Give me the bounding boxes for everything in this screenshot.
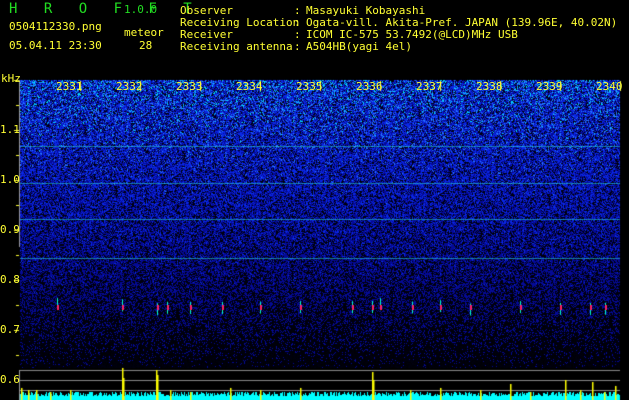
x-tick-label: 2335 [296, 80, 323, 93]
y-tick-label: 1.0 [0, 173, 20, 186]
y-tick-label: 0.7 [0, 323, 20, 336]
x-tick-label: 2334 [236, 80, 263, 93]
station-value: A504HB(yagi 4el) [306, 40, 412, 53]
y-tick-label: 0.6 [0, 373, 20, 386]
x-tick-label: 2339 [536, 80, 563, 93]
y-tick-label: 0.8 [0, 273, 20, 286]
spectrogram [0, 0, 629, 400]
y-unit: kHz [1, 72, 21, 85]
x-tick-label: 2331 [56, 80, 83, 93]
datetime: 05.04.11 23:30 [9, 39, 102, 52]
y-tick-label: 1.1 [0, 123, 20, 136]
y-tick-label: 0.9 [0, 223, 20, 236]
meteor-label: meteor [124, 26, 164, 39]
x-tick-label: 2333 [176, 80, 203, 93]
x-tick-label: 2338 [476, 80, 503, 93]
station-label: Receiving antenna [180, 40, 293, 53]
x-tick-label: 2340 [596, 80, 623, 93]
app-logo: H R O F F T [9, 1, 201, 17]
colon: : [294, 40, 301, 53]
app-version: 1.0.0 [124, 3, 158, 16]
x-tick-label: 2337 [416, 80, 443, 93]
x-tick-label: 2336 [356, 80, 383, 93]
x-tick-label: 2332 [116, 80, 143, 93]
filename: 0504112330.png [9, 20, 102, 33]
meteor-count: 28 [139, 39, 153, 52]
